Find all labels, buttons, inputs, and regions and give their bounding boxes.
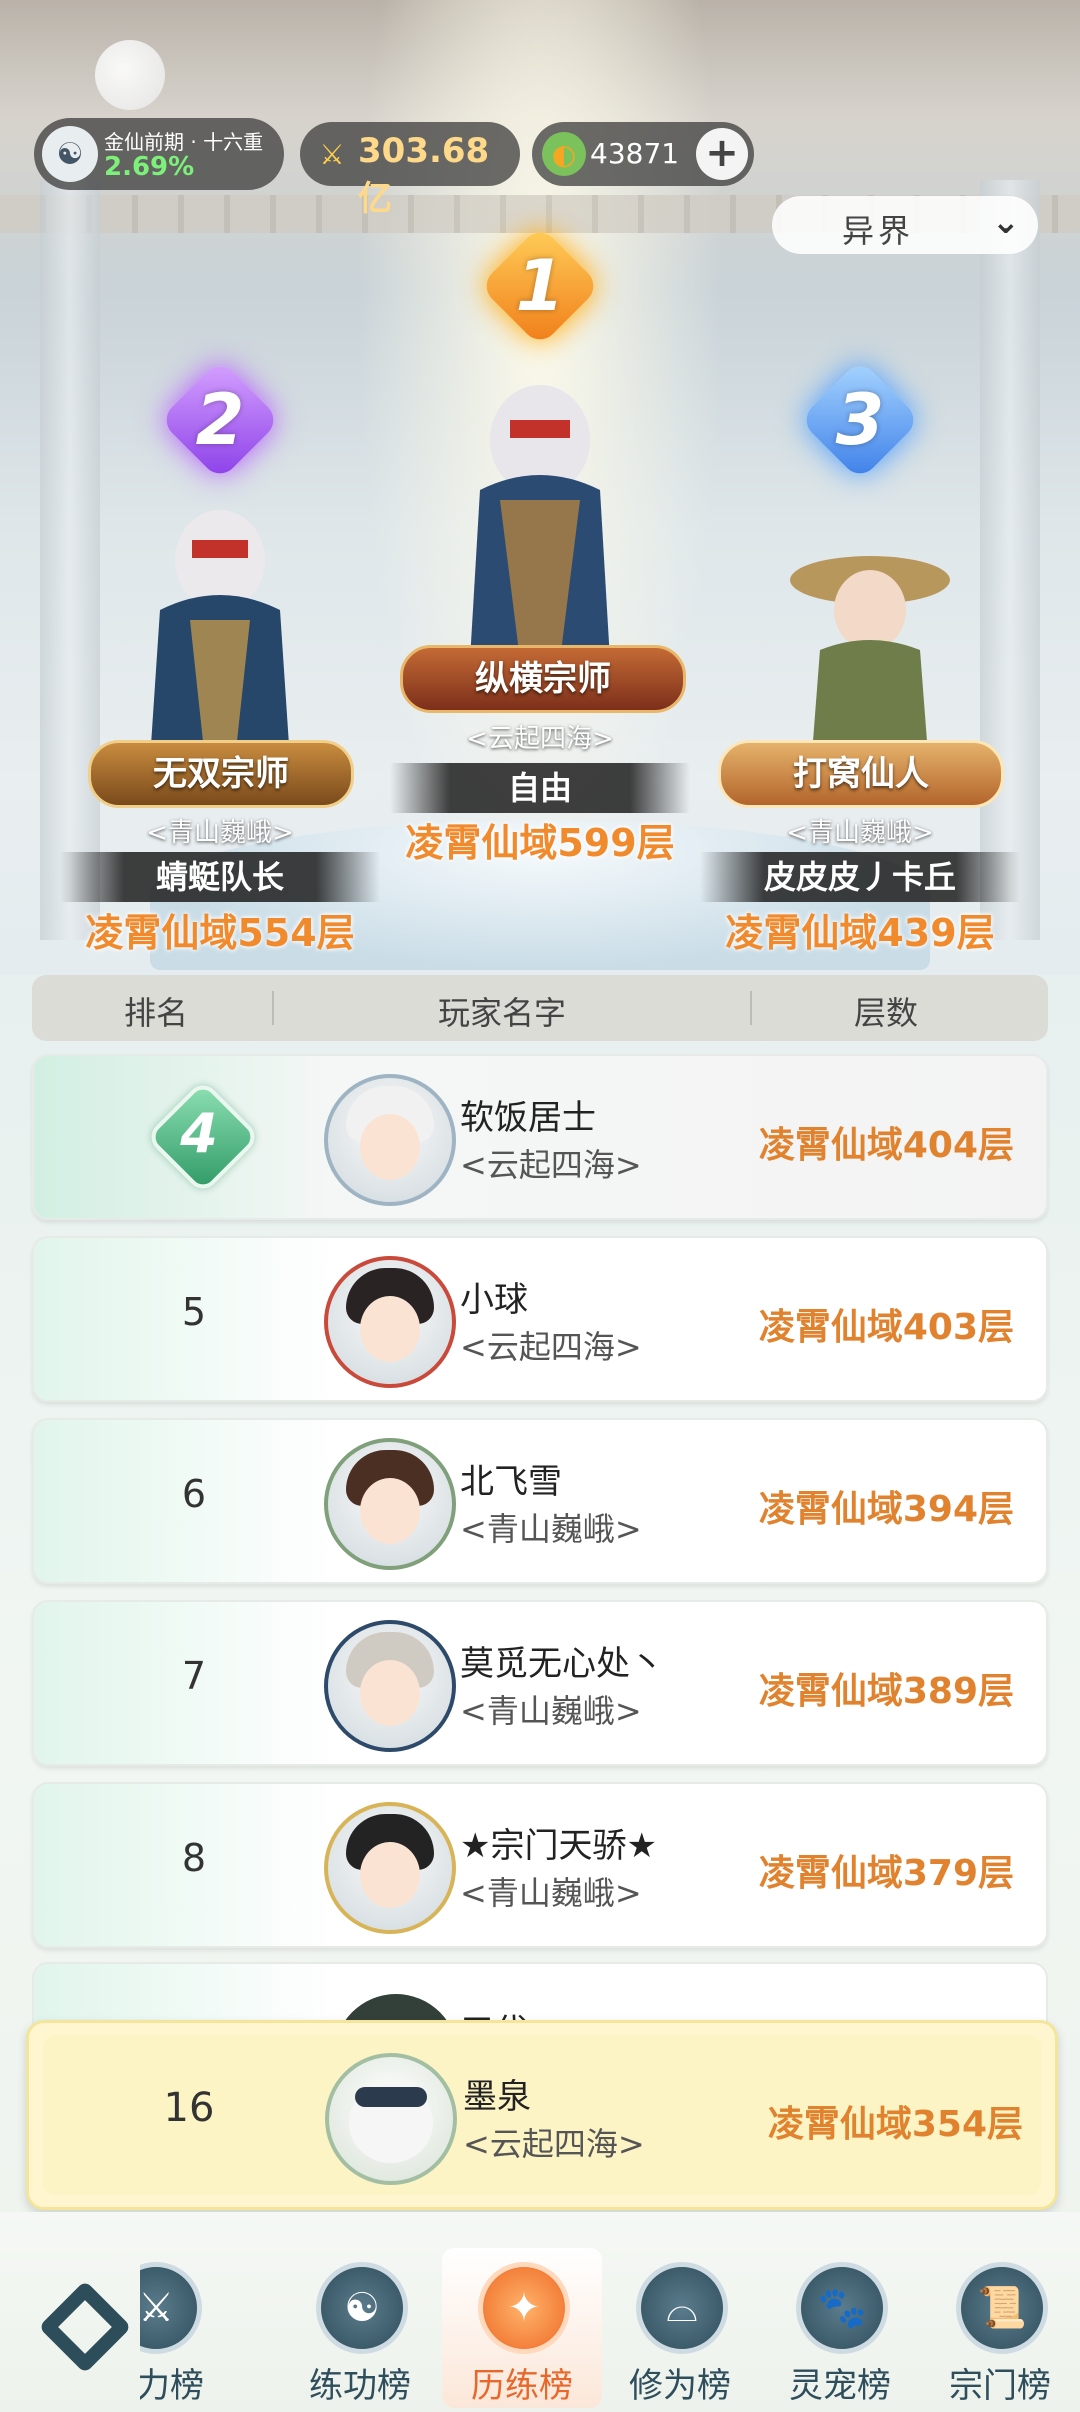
moon-decoration xyxy=(95,40,165,110)
player-rank: 6 xyxy=(181,1472,207,1516)
power-currency[interactable]: ⚔ 303.68亿 xyxy=(300,122,520,219)
player-3-name[interactable]: 皮皮皮丿卡丘 xyxy=(700,852,1020,902)
player-guild: <云起四海> xyxy=(460,1146,642,1184)
ranking-table-header: 排名 玩家名字 层数 xyxy=(32,975,1048,1041)
player-3-floor: 凌霄仙域439层 xyxy=(725,911,995,955)
my-ranking-row[interactable]: 16 墨泉 <云起四海> 凌霄仙域354层 xyxy=(26,2020,1058,2210)
player-guild: <云起四海> xyxy=(460,1328,642,1366)
my-floor: 凌霄仙域354层 xyxy=(767,2104,1023,2145)
player-2-title: 无双宗师 xyxy=(88,740,354,808)
tab-practice-rank[interactable]: ☯ 练功榜 xyxy=(280,2248,440,2408)
player-2-guild: <青山巍峨> xyxy=(146,818,294,848)
avatar[interactable] xyxy=(324,1074,456,1206)
tab-trial-rank[interactable]: ✦ 历练榜 xyxy=(442,2248,602,2408)
my-rank: 16 xyxy=(163,2085,215,2131)
player-name: 莫觅无心处丶 xyxy=(460,1644,664,1684)
table-row[interactable]: 8 ★宗门天骄★ <青山巍峨> 凌霄仙域379层 xyxy=(32,1782,1048,1948)
avatar[interactable] xyxy=(324,1802,456,1934)
header-floor: 层数 xyxy=(854,994,919,1032)
dropdown-selected: 异界 xyxy=(842,212,915,250)
avatar[interactable] xyxy=(324,1620,456,1752)
realm-progress: 2.69% xyxy=(104,152,195,182)
player-floor: 凌霄仙域379层 xyxy=(758,1853,1014,1894)
jade-currency: ◐ 43871 + xyxy=(532,122,754,186)
plus-icon[interactable]: + xyxy=(696,128,748,180)
player-3-guild: <青山巍峨> xyxy=(786,818,934,848)
avatar[interactable] xyxy=(324,1256,456,1388)
tab-pet-rank[interactable]: 🐾 灵宠榜 xyxy=(760,2248,920,2408)
realm-name: 金仙前期 · 十六重 xyxy=(104,130,264,154)
my-guild: <云起四海> xyxy=(463,2125,645,2163)
player-3-title: 打窝仙人 xyxy=(718,740,1004,808)
jade-coin-icon: ◐ xyxy=(542,132,586,176)
my-name: 墨泉 xyxy=(463,2077,531,2117)
player-1-guild: <云起四海> xyxy=(466,724,614,754)
player-name: ★宗门天骄★ xyxy=(460,1826,657,1866)
cat-icon: 🐾 xyxy=(796,2262,888,2354)
player-guild: <青山巍峨> xyxy=(460,1510,642,1548)
jade-value: 43871 xyxy=(590,137,680,170)
star-compass-icon: ✦ xyxy=(478,2262,570,2354)
table-row[interactable]: 5 小球 <云起四海> 凌霄仙域403层 xyxy=(32,1236,1048,1402)
player-2-character[interactable] xyxy=(120,500,320,760)
player-floor: 凌霄仙域394层 xyxy=(758,1489,1014,1530)
tab-power-rank[interactable]: ⚔ 力榜 xyxy=(140,2248,250,2408)
power-icon: ⚔ xyxy=(319,137,345,171)
player-guild: <青山巍峨> xyxy=(460,1692,642,1730)
table-row[interactable]: 7 莫觅无心处丶 <青山巍峨> 凌霄仙域389层 xyxy=(32,1600,1048,1766)
player-name: 北飞雪 xyxy=(460,1462,562,1502)
header-rank: 排名 xyxy=(124,994,189,1032)
avatar[interactable] xyxy=(325,2053,457,2185)
rank-1-badge: 1 xyxy=(479,225,601,347)
hat-icon: ⌓ xyxy=(636,2262,728,2354)
player-1-name[interactable]: 自由 xyxy=(390,763,690,813)
player-rank: 5 xyxy=(181,1290,207,1334)
rank-3-badge: 3 xyxy=(799,359,921,481)
bottom-nav: ⚔ 力榜 ☯ 练功榜 ✦ 历练榜 ⌓ 修为榜 🐾 灵宠榜 📜 宗门榜 xyxy=(0,2212,1080,2412)
avatar[interactable] xyxy=(324,1438,456,1570)
table-row[interactable]: 4 软饭居士 <云起四海> 凌霄仙域404层 xyxy=(32,1054,1048,1220)
player-guild: <青山巍峨> xyxy=(460,1874,642,1912)
player-floor: 凌霄仙域403层 xyxy=(758,1307,1014,1348)
home-icon[interactable] xyxy=(30,2272,140,2382)
cultivator-avatar-icon: ☯ xyxy=(42,126,98,182)
table-row[interactable]: 6 北飞雪 <青山巍峨> 凌霄仙域394层 xyxy=(32,1418,1048,1584)
player-1-character[interactable] xyxy=(440,370,640,670)
player-name: 小球 xyxy=(460,1280,528,1320)
yin-yang-icon: ☯ xyxy=(316,2262,408,2354)
player-rank: 8 xyxy=(181,1836,207,1880)
player-1-title: 纵横宗师 xyxy=(400,645,686,713)
power-value: 303.68亿 xyxy=(358,131,490,219)
realm-filter-dropdown[interactable]: 异界 ⌄ xyxy=(772,196,1038,254)
player-2-name[interactable]: 蜻蜓队长 xyxy=(60,852,380,902)
realm-status[interactable]: ☯ 金仙前期 · 十六重 2.69% xyxy=(34,118,284,190)
player-rank: 7 xyxy=(181,1654,207,1698)
sword-icon: ⚔ xyxy=(140,2262,202,2354)
player-1-floor: 凌霄仙域599层 xyxy=(405,821,675,865)
player-2-floor: 凌霄仙域554层 xyxy=(85,911,355,955)
scroll-icon: 📜 xyxy=(956,2262,1048,2354)
tab-cultivation-rank[interactable]: ⌓ 修为榜 xyxy=(600,2248,760,2408)
tab-sect-rank[interactable]: 📜 宗门榜 xyxy=(920,2248,1080,2408)
player-floor: 凌霄仙域404层 xyxy=(758,1125,1014,1166)
header-player-name: 玩家名字 xyxy=(438,994,567,1032)
player-name: 软饭居士 xyxy=(460,1098,596,1138)
rank-2-badge: 2 xyxy=(159,359,281,481)
chevron-down-icon: ⌄ xyxy=(991,202,1021,242)
player-floor: 凌霄仙域389层 xyxy=(758,1671,1014,1712)
